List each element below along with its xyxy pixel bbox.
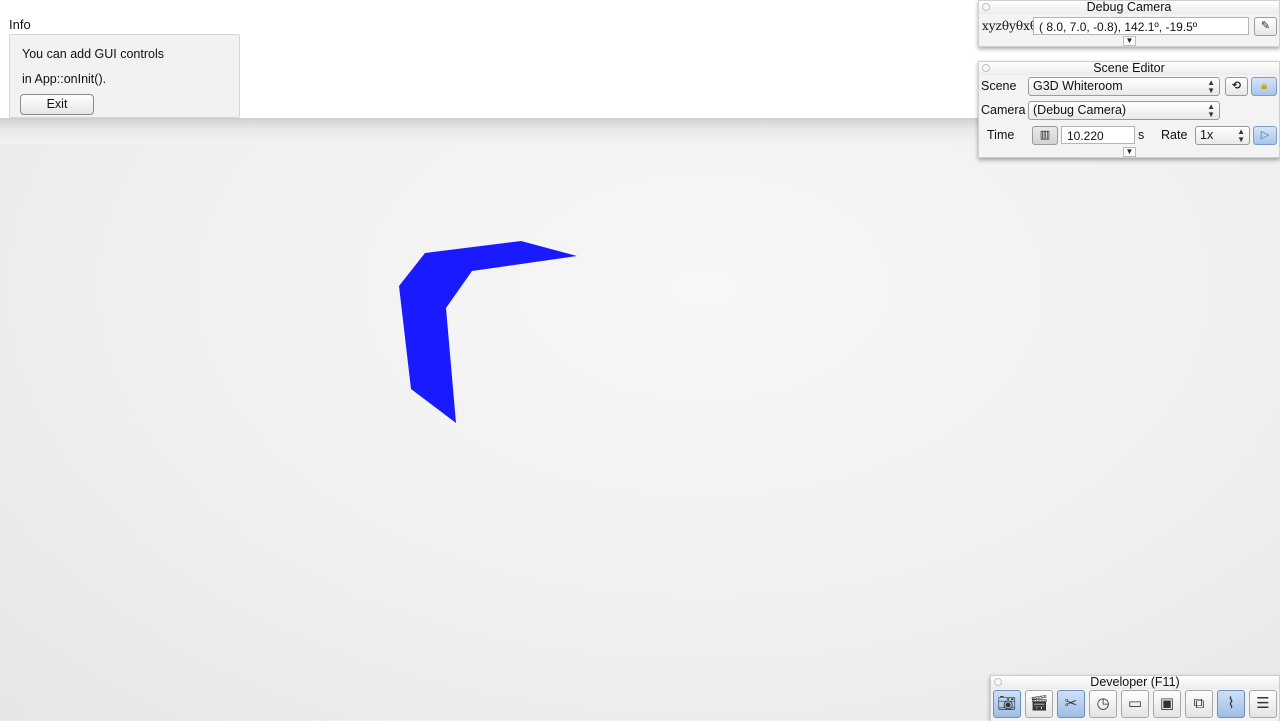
scene-editor-title-text: Scene Editor [1093,61,1165,75]
debug-camera-title[interactable]: Debug Camera [979,1,1279,14]
note-button[interactable]: ▭ [1121,690,1149,718]
edit-camera-button[interactable]: ✎ [1254,17,1277,36]
console-icon: ▣ [1159,695,1175,712]
info-text-line-1: You can add GUI controls [22,47,164,61]
rate-label: Rate [1161,128,1188,142]
expand-arrow-icon[interactable]: ▼ [1123,36,1136,46]
blue-bent-mesh [399,241,577,423]
scene-dropdown-value: G3D Whiteroom [1033,79,1123,93]
rate-dropdown-value: 1x [1200,128,1214,142]
scene-label: Scene [981,79,1017,93]
camera-label: Camera [981,103,1026,117]
camera-dropdown-value: (Debug Camera) [1033,103,1127,117]
dropdown-arrows-icon: ▲ ▼ [1207,78,1215,95]
note-icon: ▭ [1127,695,1143,712]
dropdown-arrows-icon: ▲ ▼ [1237,127,1245,144]
camera-coordinates-field[interactable]: ( 8.0, 7.0, -0.8), 142.1º, -19.5º [1033,17,1249,35]
screenshot-button[interactable]: 📷︎ [993,690,1021,718]
scene-editor-window: Scene Editor Scene G3D Whiteroom ▲ ▼ ⟲ 🔒︎… [978,61,1280,158]
scene-tree-icon: ⧉ [1193,695,1205,712]
profiler-icon: ⌇ [1227,695,1235,712]
developer-title-text: Developer (F11) [1090,675,1180,689]
tools-button[interactable]: ✂ [1057,690,1085,718]
console-button[interactable]: ▣ [1153,690,1181,718]
time-label: Time [987,128,1015,142]
play-icon: ▷ [1260,129,1270,141]
tools-icon: ✂ [1064,695,1078,712]
film-clapper-icon: 🎬︎ [1029,695,1049,712]
log-icon: ☰ [1256,695,1270,712]
debug-camera-title-text: Debug Camera [1086,0,1172,14]
camera-icon: 📷︎ [997,695,1017,712]
scene-dropdown[interactable]: G3D Whiteroom ▲ ▼ [1028,77,1220,96]
pencil-icon: ✎ [1260,20,1271,32]
debug-camera-window: Debug Camera xyzθyθxθz ( 8.0, 7.0, -0.8)… [978,0,1280,47]
info-window-title: Info [9,17,31,32]
window-close-dot[interactable] [982,64,990,72]
rate-dropdown[interactable]: 1x ▲ ▼ [1195,126,1250,145]
reload-scene-button[interactable]: ⟲ [1225,77,1248,96]
dropdown-arrows-icon: ▲ ▼ [1207,102,1215,119]
time-field[interactable]: 10.220 [1061,126,1135,144]
film-strip-icon: ▥ [1039,129,1051,141]
exit-button[interactable]: Exit [20,94,94,115]
window-close-dot[interactable] [982,3,990,11]
reload-icon: ⟲ [1231,80,1242,92]
scene-tree-button[interactable]: ⧉ [1185,690,1213,718]
info-panel: You can add GUI controls in App::onInit(… [9,34,240,118]
expand-arrow-icon[interactable]: ▼ [1123,147,1136,157]
clock-icon: ◷ [1096,695,1110,712]
camera-dropdown[interactable]: (Debug Camera) ▲ ▼ [1028,101,1220,120]
profiler-button[interactable]: ⌇ [1217,690,1245,718]
developer-window: Developer (F11) 📷︎ 🎬︎ ✂ ◷ ▭ ▣ ⧉ ⌇ ☰ [990,675,1280,721]
info-text-line-2: in App::onInit(). [22,72,107,86]
video-record-button[interactable]: 🎬︎ [1025,690,1053,718]
time-unit: s [1138,128,1145,142]
clock-button[interactable]: ◷ [1089,690,1117,718]
scene-editor-title[interactable]: Scene Editor [979,62,1279,75]
lock-icon: 🔒︎ [1261,80,1267,92]
time-slider-handle[interactable]: ▥ [1032,126,1058,145]
play-button[interactable]: ▷ [1253,126,1277,145]
lock-scene-button[interactable]: 🔒︎ [1251,77,1277,96]
developer-title[interactable]: Developer (F11) [991,676,1279,689]
window-close-dot[interactable] [994,678,1002,686]
log-button[interactable]: ☰ [1249,690,1277,718]
